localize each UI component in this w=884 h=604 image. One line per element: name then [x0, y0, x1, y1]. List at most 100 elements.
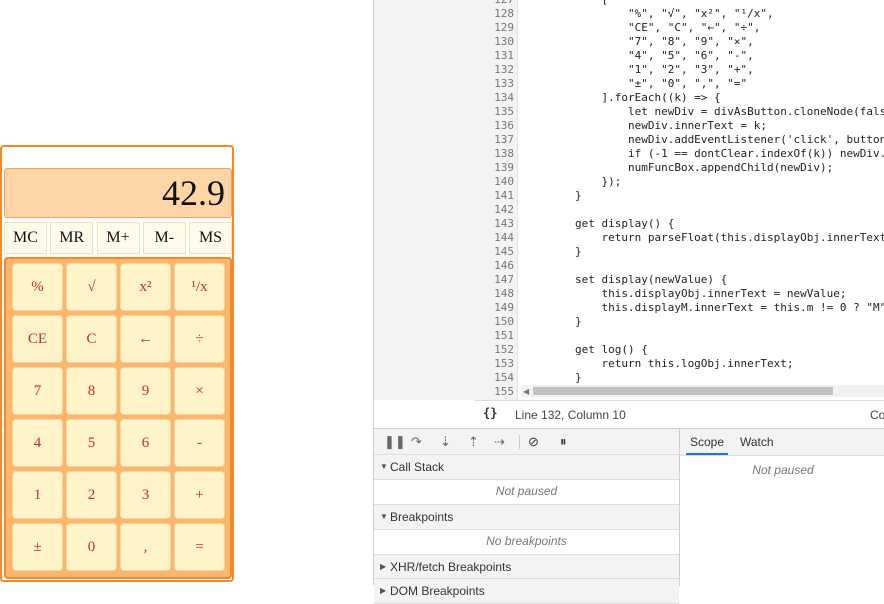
code-line[interactable]: return this.logObj.innerText;: [522, 357, 884, 370]
pretty-print-button[interactable]: {}: [483, 406, 497, 420]
key-decimal[interactable]: ,: [120, 523, 171, 571]
line-number[interactable]: 149: [494, 301, 514, 314]
line-number[interactable]: 137: [494, 133, 514, 146]
line-number[interactable]: 128: [494, 7, 514, 20]
code-line[interactable]: get display() {: [522, 217, 884, 230]
key-digit-1[interactable]: 1: [12, 471, 63, 519]
code-line[interactable]: "%", "√", "x²", "¹/x",: [522, 7, 884, 20]
key-digit-0[interactable]: 0: [66, 523, 117, 571]
xhr-breakpoints-header[interactable]: ▶ XHR/fetch Breakpoints: [374, 554, 679, 580]
key-clear-entry[interactable]: CE: [12, 315, 63, 363]
line-number[interactable]: 127: [494, 0, 514, 6]
code-line[interactable]: numFuncBox.appendChild(newDiv);: [522, 161, 884, 174]
line-number[interactable]: 145: [494, 245, 514, 258]
memory-subtract-button[interactable]: M-: [142, 222, 186, 254]
code-line[interactable]: });: [522, 175, 884, 188]
key-digit-8[interactable]: 8: [66, 367, 117, 415]
key-reciprocal[interactable]: ¹/x: [174, 263, 225, 311]
line-number[interactable]: 153: [494, 357, 514, 370]
code-line[interactable]: ].forEach((k) => {: [522, 91, 884, 104]
line-number[interactable]: 150: [494, 315, 514, 328]
key-percent[interactable]: %: [12, 263, 63, 311]
line-number[interactable]: 155: [494, 385, 514, 398]
code-line[interactable]: this.displayM.innerText = this.m != 0 ? …: [522, 301, 884, 314]
code-line[interactable]: "4", "5", "6", "-",: [522, 49, 884, 62]
memory-store-button[interactable]: MS: [189, 222, 232, 254]
breakpoints-header[interactable]: ▼ Breakpoints: [374, 504, 679, 530]
key-plus-minus[interactable]: ±: [12, 523, 63, 571]
code-line[interactable]: }: [522, 371, 884, 384]
line-number[interactable]: 144: [494, 231, 514, 244]
line-number[interactable]: 138: [494, 147, 514, 160]
line-number[interactable]: 132: [494, 63, 514, 76]
step-over-icon[interactable]: ↷: [411, 434, 422, 450]
code-line[interactable]: "7", "8", "9", "×",: [522, 35, 884, 48]
key-minus[interactable]: -: [174, 419, 225, 467]
key-backspace[interactable]: ←: [120, 315, 171, 363]
memory-recall-button[interactable]: MR: [50, 222, 94, 254]
code-line[interactable]: if (-1 == dontClear.indexOf(k)) newDiv.a…: [522, 147, 884, 160]
key-digit-9[interactable]: 9: [120, 367, 171, 415]
code-line[interactable]: }: [522, 245, 884, 258]
line-number[interactable]: 142: [494, 203, 514, 216]
line-number[interactable]: 135: [494, 105, 514, 118]
scrollbar-thumb[interactable]: [533, 387, 833, 395]
code-line[interactable]: "1", "2", "3", "+",: [522, 63, 884, 76]
key-equals[interactable]: =: [174, 523, 225, 571]
code-line[interactable]: }: [522, 189, 884, 202]
horizontal-scrollbar[interactable]: ◀: [521, 385, 884, 397]
code-line[interactable]: [: [522, 0, 884, 6]
code-line[interactable]: }: [522, 315, 884, 328]
call-stack-header[interactable]: ▼ Call Stack: [374, 454, 679, 480]
code-line[interactable]: set display(newValue) {: [522, 273, 884, 286]
line-number[interactable]: 148: [494, 287, 514, 300]
code-line[interactable]: get log() {: [522, 343, 884, 356]
line-number[interactable]: 146: [494, 259, 514, 272]
line-number[interactable]: 154: [494, 371, 514, 384]
pause-on-exceptions-icon[interactable]: ⏸: [560, 434, 567, 450]
line-number[interactable]: 141: [494, 189, 514, 202]
line-number[interactable]: 130: [494, 35, 514, 48]
line-number[interactable]: 143: [494, 217, 514, 230]
key-digit-2[interactable]: 2: [66, 471, 117, 519]
step-out-icon[interactable]: ⇡: [468, 434, 479, 450]
code-line[interactable]: newDiv.addEventListener('click', buttons…: [522, 133, 884, 146]
tab-watch[interactable]: Watch: [740, 429, 774, 455]
code-line[interactable]: let newDiv = divAsButton.cloneNode(false…: [522, 105, 884, 118]
line-number[interactable]: 151: [494, 329, 514, 342]
key-square[interactable]: x²: [120, 263, 171, 311]
code-line[interactable]: "±", "0", ",", "=": [522, 77, 884, 90]
memory-add-button[interactable]: M+: [96, 222, 140, 254]
line-number[interactable]: 131: [494, 49, 514, 62]
step-icon[interactable]: ⇢: [494, 434, 505, 450]
key-digit-6[interactable]: 6: [120, 419, 171, 467]
code-line[interactable]: "CE", "C", "←", "÷",: [522, 21, 884, 34]
deactivate-breakpoints-icon[interactable]: ⊘: [528, 434, 539, 450]
tab-scope[interactable]: Scope: [686, 429, 729, 455]
step-into-icon[interactable]: ⇣: [440, 434, 451, 450]
line-number[interactable]: 139: [494, 161, 514, 174]
key-sqrt[interactable]: √: [66, 263, 117, 311]
dom-breakpoints-header[interactable]: ▶ DOM Breakpoints: [374, 578, 679, 604]
line-number[interactable]: 133: [494, 77, 514, 90]
line-number[interactable]: 147: [494, 273, 514, 286]
key-multiply[interactable]: ×: [174, 367, 225, 415]
code-line[interactable]: newDiv.innerText = k;: [522, 119, 884, 132]
key-divide[interactable]: ÷: [174, 315, 225, 363]
line-number[interactable]: 152: [494, 343, 514, 356]
scroll-left-arrow-icon[interactable]: ◀: [523, 387, 529, 396]
key-plus[interactable]: +: [174, 471, 225, 519]
key-digit-5[interactable]: 5: [66, 419, 117, 467]
key-clear[interactable]: C: [66, 315, 117, 363]
line-number[interactable]: 134: [494, 91, 514, 104]
code-line[interactable]: return parseFloat(this.displayObj.innerT…: [522, 231, 884, 244]
memory-clear-button[interactable]: MC: [4, 222, 47, 254]
code-line[interactable]: this.displayObj.innerText = newValue;: [522, 287, 884, 300]
pause-icon[interactable]: ❚❚: [384, 434, 406, 450]
key-digit-7[interactable]: 7: [12, 367, 63, 415]
line-number[interactable]: 136: [494, 119, 514, 132]
key-digit-4[interactable]: 4: [12, 419, 63, 467]
line-number[interactable]: 129: [494, 21, 514, 34]
line-number[interactable]: 140: [494, 175, 514, 188]
key-digit-3[interactable]: 3: [120, 471, 171, 519]
